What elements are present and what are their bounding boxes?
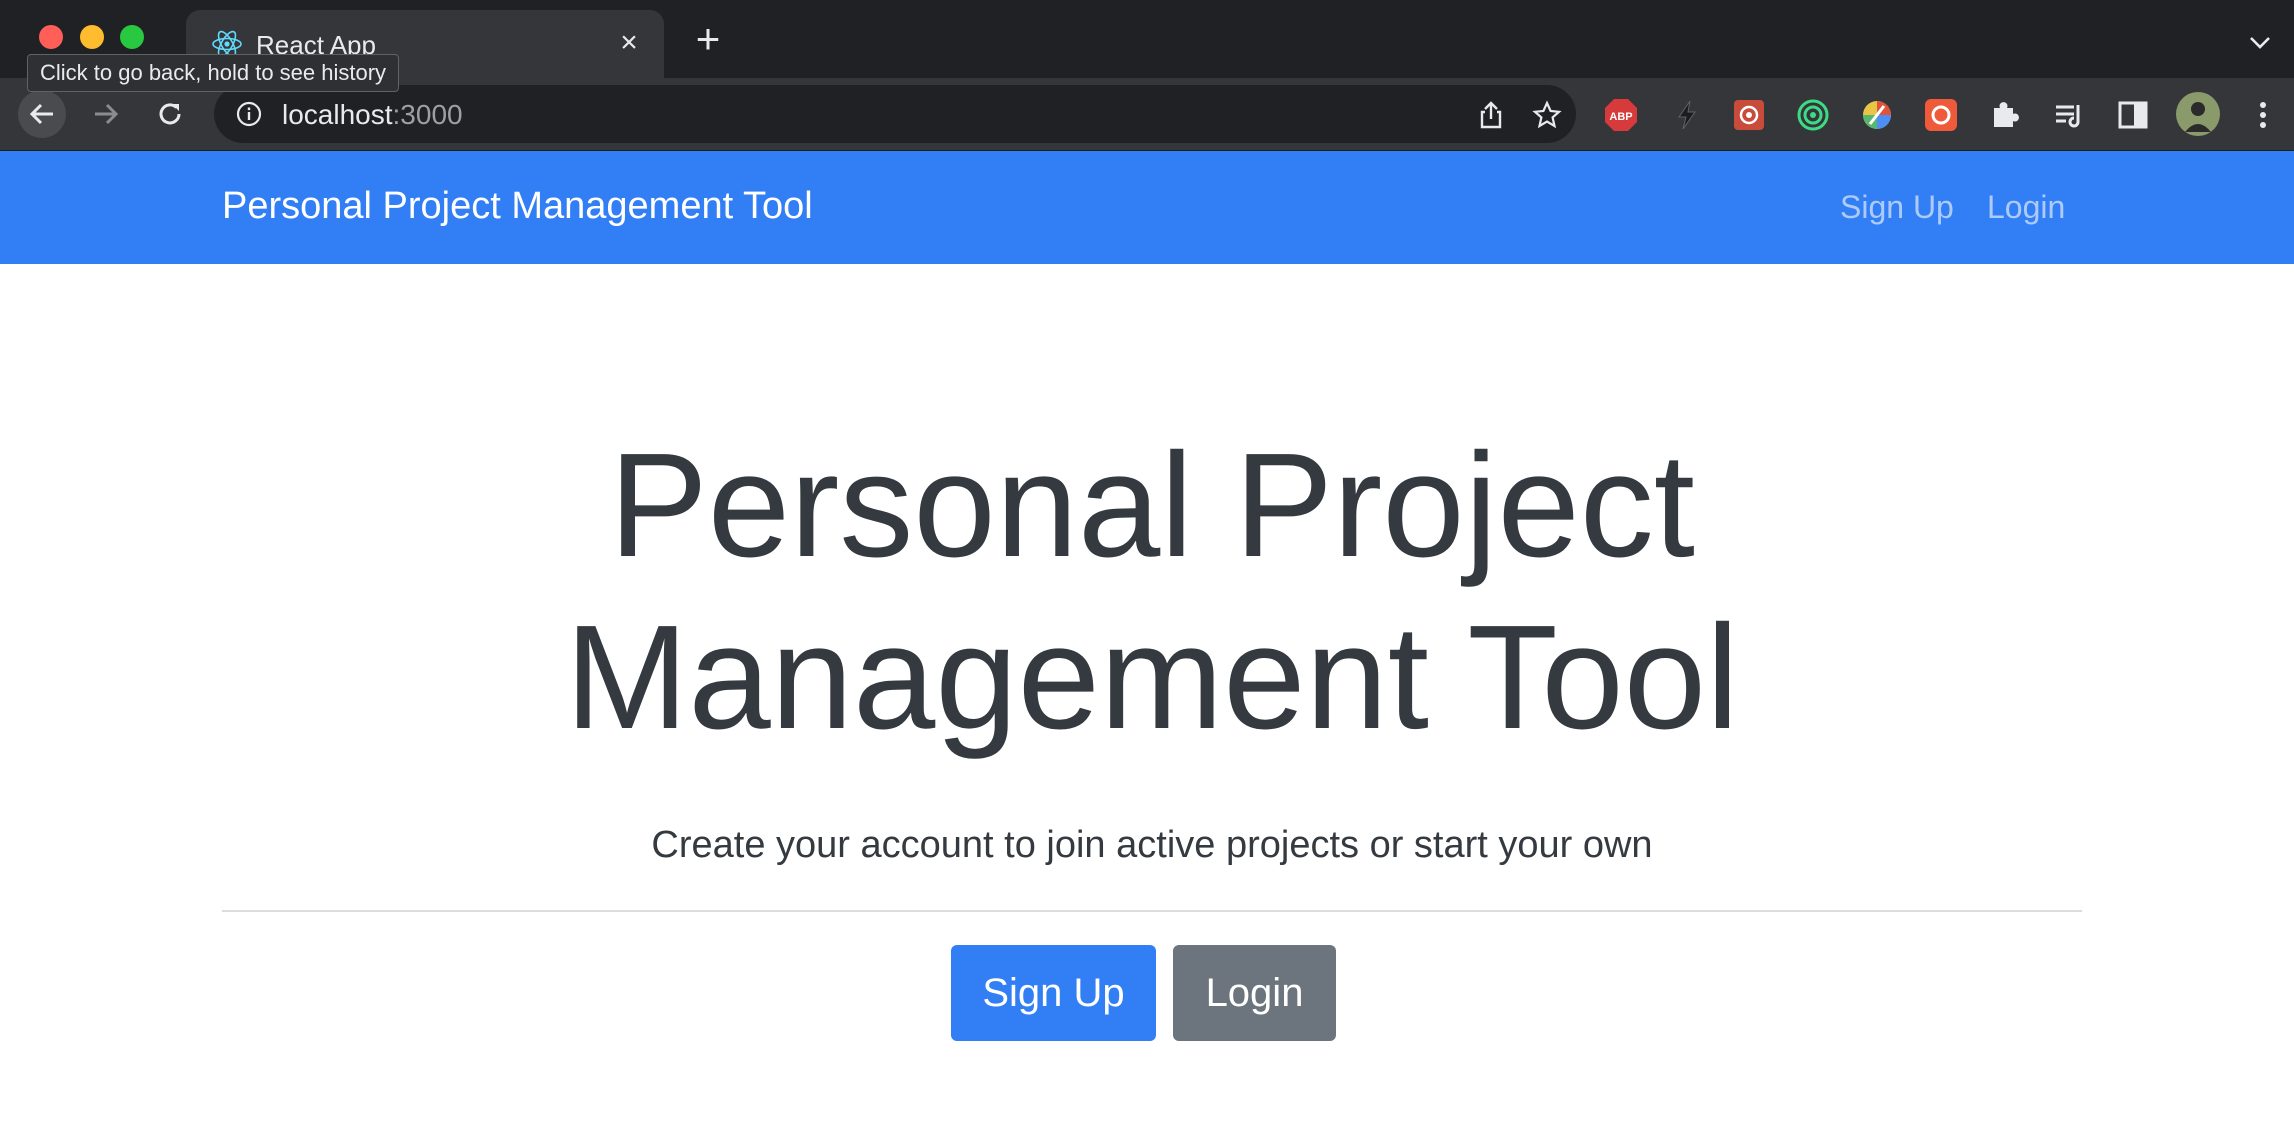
reload-icon (159, 103, 181, 125)
login-button[interactable]: Login (1173, 945, 1336, 1041)
url-text[interactable]: localhost:3000 (282, 99, 463, 131)
url-host: localhost (282, 99, 393, 130)
app-navbar: Personal Project Management Tool Sign Up… (0, 151, 2294, 264)
info-icon[interactable] (236, 101, 262, 127)
reload-button[interactable] (146, 90, 194, 138)
arrow-right-icon (95, 103, 119, 125)
back-button-tooltip: Click to go back, hold to see history (27, 54, 400, 92)
url-port: :3000 (392, 99, 463, 130)
forward-button[interactable] (82, 90, 130, 138)
side-panel-icon[interactable] (2116, 98, 2150, 132)
lead-text: Create your account to join active proje… (651, 824, 1653, 866)
nav-link-login[interactable]: Login (1987, 189, 2065, 226)
maximize-window-button[interactable] (120, 25, 144, 49)
chevron-down-icon[interactable] (2246, 28, 2274, 56)
record-icon[interactable] (1924, 98, 1958, 132)
abp-icon[interactable]: ABP (1604, 98, 1638, 132)
svg-text:ABP: ABP (1609, 111, 1632, 123)
target-icon[interactable] (1796, 98, 1830, 132)
reading-list-icon[interactable] (2052, 98, 2086, 132)
bolt-icon[interactable] (1670, 98, 1704, 132)
more-icon[interactable] (2246, 98, 2280, 132)
avatar[interactable] (2176, 92, 2220, 136)
navbar-brand[interactable]: Personal Project Management Tool (222, 185, 813, 228)
divider (222, 910, 2082, 912)
sign-up-button[interactable]: Sign Up (951, 945, 1156, 1041)
page-title: Personal Project Management Tool (565, 423, 1739, 760)
back-button[interactable] (18, 90, 66, 138)
color-picker-icon[interactable] (1860, 98, 1894, 132)
puzzle-icon[interactable] (1988, 98, 2022, 132)
share-icon[interactable] (1476, 100, 1506, 130)
new-tab-button[interactable]: + (690, 18, 726, 60)
arrow-left-icon (29, 103, 53, 125)
close-window-button[interactable] (39, 25, 63, 49)
address-bar[interactable]: localhost:3000 (214, 85, 1576, 143)
close-tab-icon[interactable]: × (614, 28, 644, 58)
nav-link-sign-up[interactable]: Sign Up (1840, 189, 1954, 226)
extension-red-icon[interactable] (1732, 98, 1766, 132)
minimize-window-button[interactable] (80, 25, 104, 49)
star-icon[interactable] (1532, 100, 1562, 130)
